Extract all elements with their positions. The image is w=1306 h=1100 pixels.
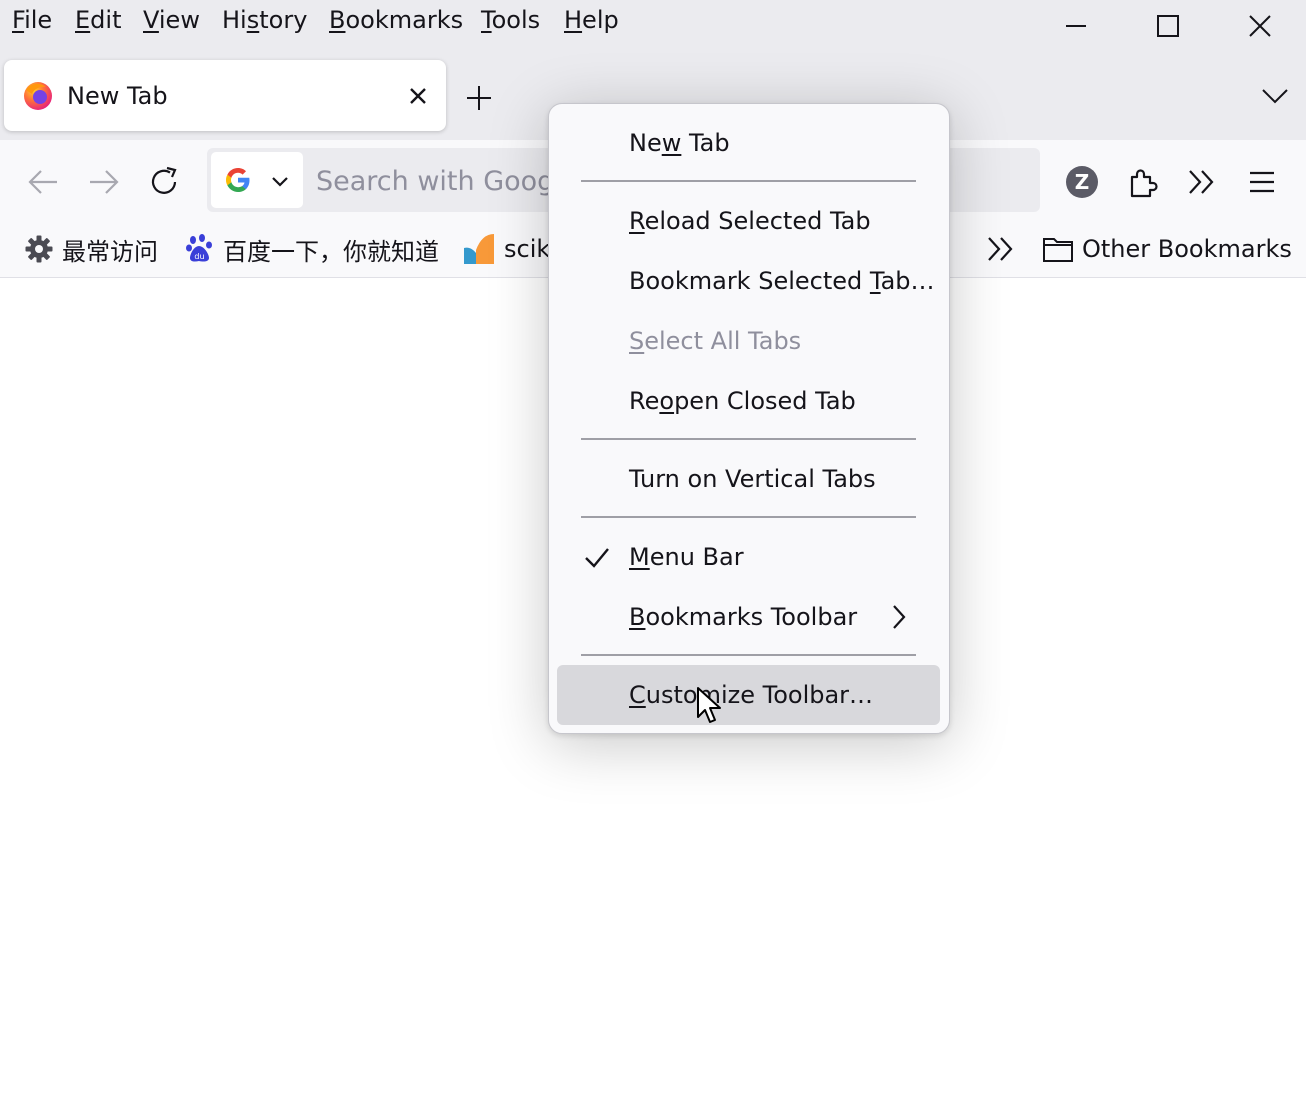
menu-item-label: Bookmarks Toolbar bbox=[629, 603, 858, 631]
menu-item-menu-bar[interactable]: Menu Bar bbox=[557, 527, 940, 587]
menu-item-label: New Tab bbox=[629, 129, 730, 157]
arrow-left-icon bbox=[28, 170, 57, 194]
list-all-tabs-button[interactable] bbox=[1252, 76, 1298, 116]
close-icon bbox=[1249, 15, 1271, 37]
menu-bar: File Edit View History Bookmarks Tools H… bbox=[0, 0, 1306, 42]
chevron-down-icon bbox=[1262, 89, 1288, 104]
bookmark-label: 百度一下，你就知道 bbox=[223, 237, 439, 266]
chevron-down-icon bbox=[272, 177, 288, 187]
menu-file[interactable]: File bbox=[12, 5, 52, 35]
search-engine-button[interactable] bbox=[211, 152, 303, 208]
arrow-right-icon bbox=[90, 170, 119, 194]
menu-item-bookmark-selected-tab[interactable]: Bookmark Selected Tab… bbox=[557, 251, 940, 311]
menu-separator bbox=[581, 438, 916, 440]
menu-separator bbox=[581, 654, 916, 656]
minimize-icon bbox=[1066, 25, 1086, 27]
menu-help[interactable]: Help bbox=[564, 5, 619, 35]
double-chevron-right-icon bbox=[988, 237, 1013, 261]
minimize-button[interactable] bbox=[1036, 0, 1116, 52]
close-icon bbox=[410, 88, 426, 104]
menu-bookmarks[interactable]: Bookmarks bbox=[329, 5, 463, 35]
gear-icon bbox=[25, 235, 53, 263]
menu-item-vertical-tabs[interactable]: Turn on Vertical Tabs bbox=[557, 449, 940, 509]
menu-item-label: Bookmark Selected Tab… bbox=[629, 267, 935, 295]
menu-item-bookmarks-toolbar[interactable]: Bookmarks Toolbar bbox=[557, 587, 940, 647]
double-chevron-right-icon bbox=[1189, 170, 1214, 194]
close-window-button[interactable] bbox=[1220, 0, 1300, 52]
menu-edit[interactable]: Edit bbox=[75, 5, 121, 35]
menu-separator bbox=[581, 180, 916, 182]
menu-item-label: Reload Selected Tab bbox=[629, 207, 871, 235]
menu-item-label: Select All Tabs bbox=[629, 327, 802, 355]
folder-icon bbox=[1043, 238, 1073, 262]
bookmark-label: scik bbox=[504, 235, 551, 263]
tab-close-button[interactable] bbox=[402, 80, 434, 112]
tab-new-tab[interactable]: New Tab bbox=[4, 60, 446, 131]
back-button[interactable] bbox=[21, 160, 65, 204]
checkmark-icon bbox=[585, 548, 609, 568]
bookmark-scikit[interactable]: scik bbox=[462, 231, 550, 267]
menu-item-reload-selected-tab[interactable]: Reload Selected Tab bbox=[557, 191, 940, 251]
forward-button[interactable] bbox=[82, 160, 126, 204]
scikit-logo-icon bbox=[464, 234, 494, 264]
app-menu-button[interactable] bbox=[1240, 160, 1284, 204]
menu-history[interactable]: History bbox=[222, 5, 307, 35]
menu-item-label: Customize Toolbar… bbox=[629, 681, 874, 709]
extensions-button[interactable] bbox=[1121, 160, 1165, 204]
reload-button[interactable] bbox=[142, 160, 186, 204]
firefox-icon bbox=[24, 82, 52, 110]
menu-tools[interactable]: Tools bbox=[481, 5, 540, 35]
baidu-paw-icon: du bbox=[186, 234, 212, 262]
maximize-button[interactable] bbox=[1128, 0, 1208, 52]
bookmark-label: 最常访问 bbox=[62, 237, 158, 266]
menu-item-reopen-closed-tab[interactable]: Reopen Closed Tab bbox=[557, 371, 940, 431]
menu-item-label: Menu Bar bbox=[629, 543, 744, 571]
menu-separator bbox=[581, 516, 916, 518]
maximize-icon bbox=[1157, 15, 1179, 37]
svg-text:du: du bbox=[194, 252, 204, 261]
overflow-button[interactable] bbox=[1180, 160, 1224, 204]
reload-icon bbox=[151, 166, 177, 194]
menu-view[interactable]: View bbox=[143, 5, 200, 35]
avatar-letter: Z bbox=[1074, 170, 1090, 194]
bookmarks-overflow-button[interactable] bbox=[986, 231, 1024, 267]
chevron-right-icon bbox=[893, 605, 906, 629]
menu-item-label: Turn on Vertical Tabs bbox=[629, 465, 876, 493]
menu-item-new-tab[interactable]: New Tab bbox=[557, 113, 940, 173]
tab-title: New Tab bbox=[67, 82, 168, 110]
google-logo-icon bbox=[226, 168, 250, 192]
extension-avatar-button[interactable]: Z bbox=[1060, 160, 1104, 204]
other-bookmarks-label: Other Bookmarks bbox=[1082, 235, 1292, 263]
bookmark-baidu[interactable]: du 百度一下，你就知道 bbox=[185, 231, 439, 267]
tab-context-menu: New Tab Reload Selected Tab Bookmark Sel… bbox=[548, 103, 950, 734]
menu-item-label: Reopen Closed Tab bbox=[629, 387, 856, 415]
menu-item-select-all-tabs[interactable]: Select All Tabs bbox=[557, 311, 940, 371]
puzzle-piece-icon bbox=[1130, 169, 1158, 198]
other-bookmarks[interactable]: Other Bookmarks bbox=[1042, 231, 1292, 267]
plus-icon bbox=[467, 86, 491, 110]
new-tab-button[interactable] bbox=[458, 78, 500, 118]
hamburger-menu-icon bbox=[1250, 171, 1274, 193]
bookmark-most-visited[interactable]: 最常访问 bbox=[24, 231, 158, 267]
menu-item-customize-toolbar[interactable]: Customize Toolbar… bbox=[557, 665, 940, 725]
